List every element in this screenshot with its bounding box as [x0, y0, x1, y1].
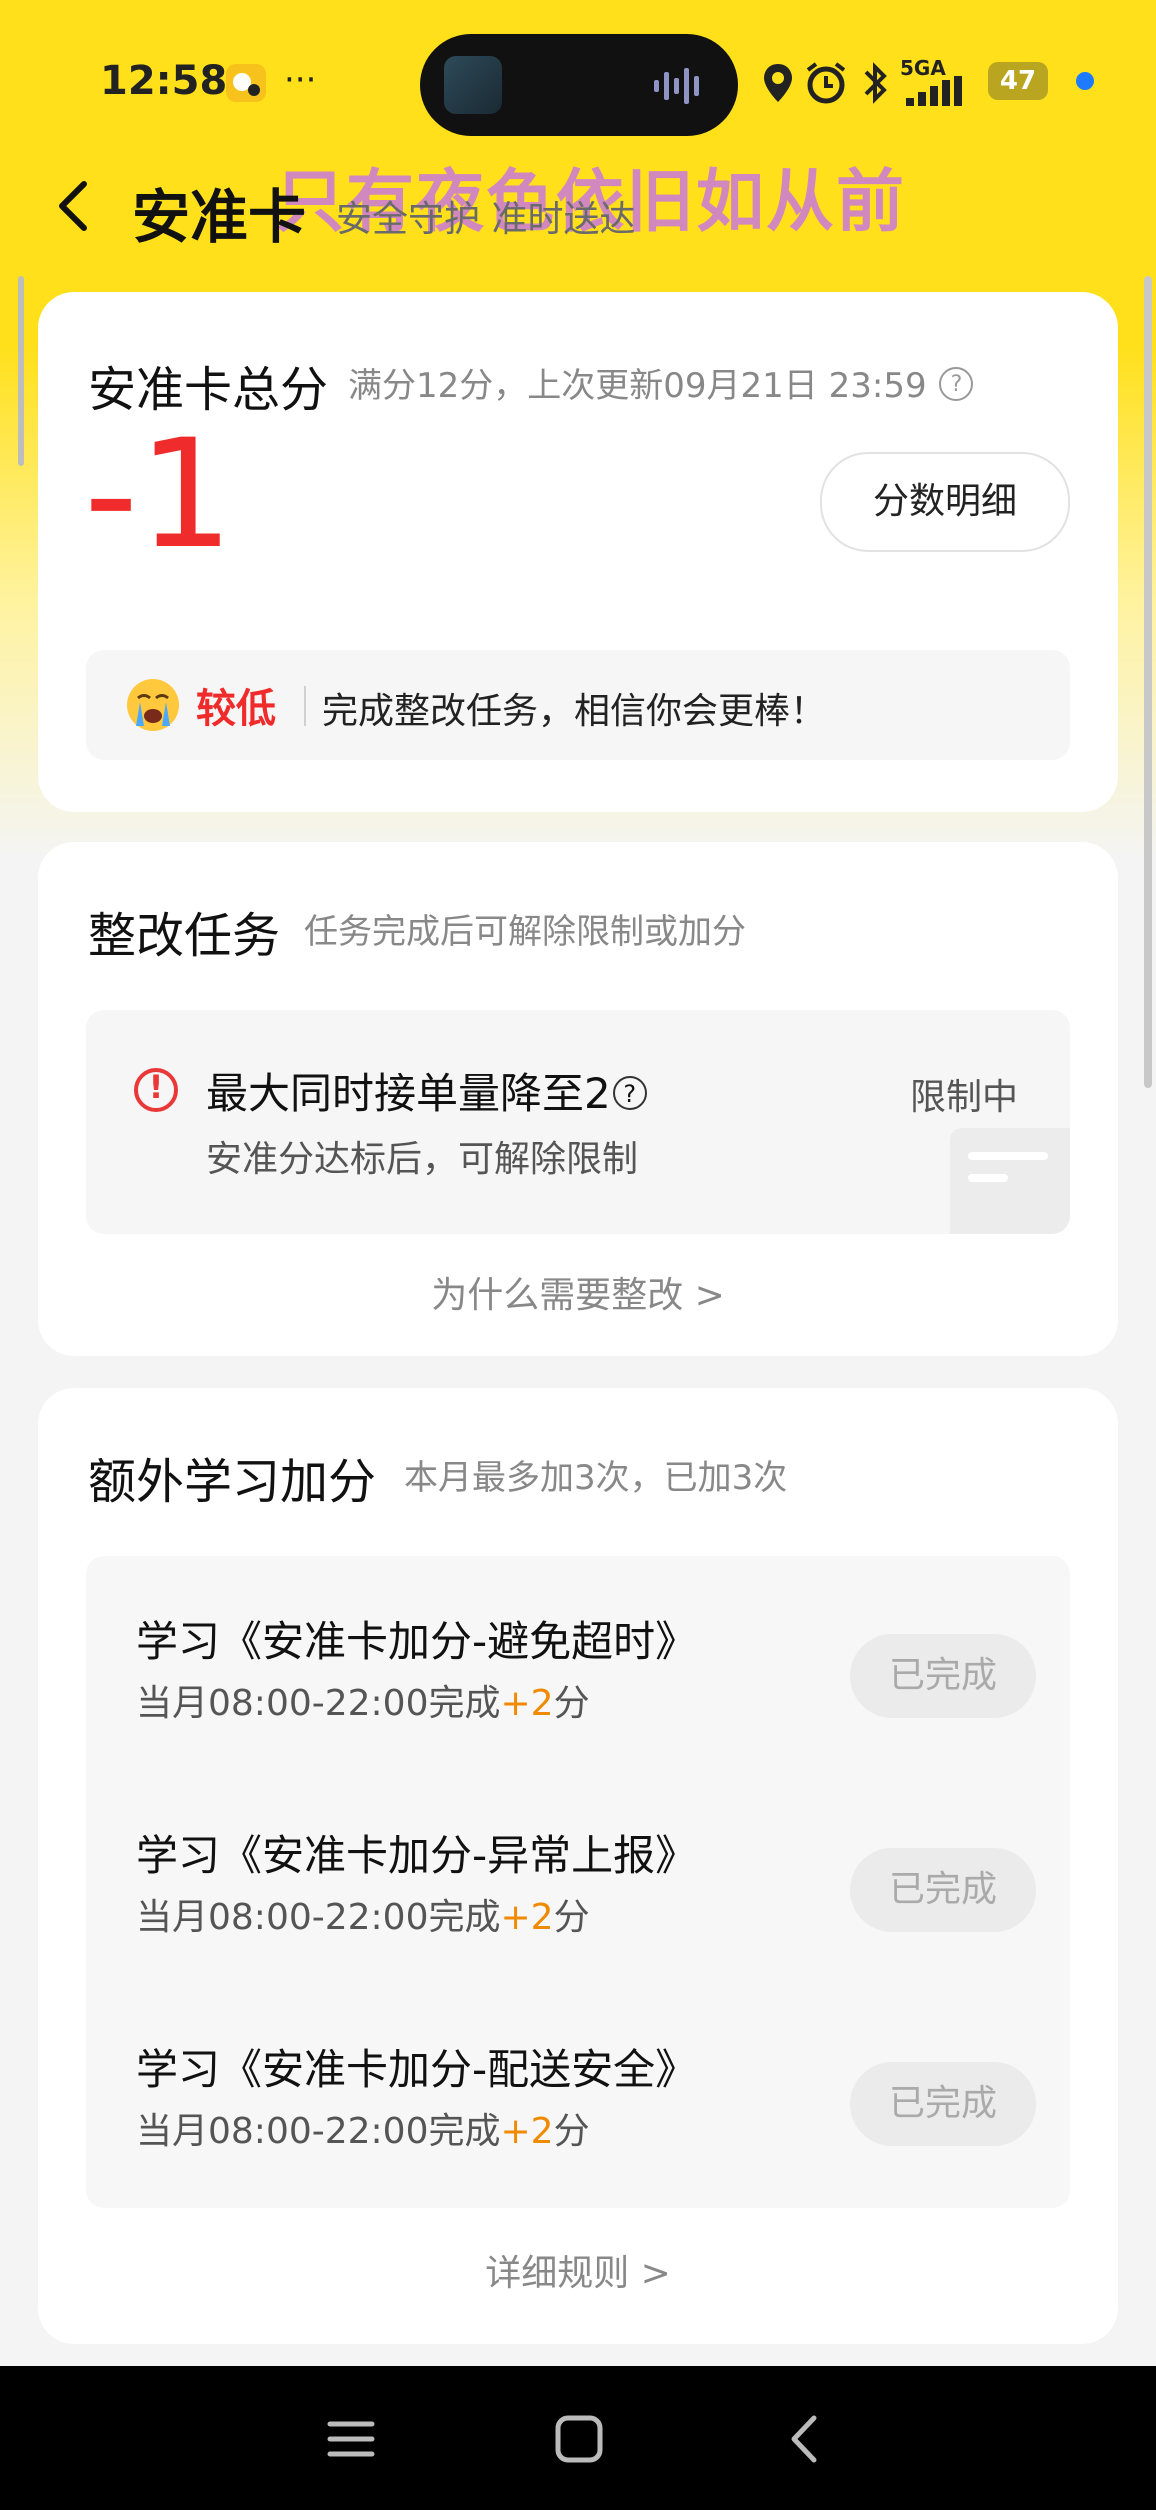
study-description: 当月08:00-22:00完成+2分	[136, 2102, 590, 2154]
notification-app-icon	[226, 64, 266, 102]
study-card-subtitle: 本月最多加3次，已加3次	[404, 1458, 788, 1498]
score-meta-text: 满分12分，上次更新09月21日 23:59	[348, 366, 927, 406]
system-navigation-bar	[0, 2366, 1156, 2510]
scrollbar[interactable]	[1144, 276, 1152, 1088]
study-desc-prefix: 当月08:00-22:00完成	[136, 2111, 501, 2152]
back-icon[interactable]	[50, 176, 100, 236]
document-illustration	[950, 1128, 1070, 1234]
score-card: 安准卡总分 满分12分，上次更新09月21日 23:59 ? -1 分数明细 较…	[38, 292, 1118, 812]
study-title: 学习《安准卡加分-配送安全》	[136, 2045, 698, 2094]
rectify-card-subtitle: 任务完成后可解除限制或加分	[304, 912, 746, 952]
divider	[304, 686, 306, 726]
study-desc-suffix: 分	[553, 1897, 590, 1938]
help-icon[interactable]: ?	[939, 367, 974, 401]
total-score: -1	[84, 408, 234, 582]
location-icon	[764, 64, 792, 102]
task-title-text: 最大同时接单量降至2	[206, 1069, 611, 1118]
task-description: 安准分达标后，可解除限制	[206, 1139, 639, 1180]
study-card: 额外学习加分 本月最多加3次，已加3次 学习《安准卡加分-避免超时》 当月08:…	[38, 1388, 1118, 2344]
page-subtitle: 安全守护 准时送达	[336, 199, 636, 240]
completed-button[interactable]: 已完成	[850, 1848, 1036, 1932]
warning-icon	[134, 1068, 178, 1112]
menu-icon[interactable]	[316, 2404, 386, 2474]
list-item[interactable]: 学习《安准卡加分-避免超时》 当月08:00-22:00完成+2分 已完成	[136, 1608, 1036, 1748]
list-item[interactable]: 学习《安准卡加分-配送安全》 当月08:00-22:00完成+2分 已完成	[136, 2036, 1036, 2176]
page-title: 安准卡	[132, 183, 307, 251]
battery-icon: 47	[988, 62, 1048, 100]
rectify-card-title: 整改任务	[88, 908, 281, 964]
detailed-rules-link[interactable]: 详细规则 >	[38, 2244, 1118, 2296]
study-description: 当月08:00-22:00完成+2分	[136, 1888, 590, 1940]
study-title: 学习《安准卡加分-异常上报》	[136, 1831, 698, 1880]
signal-icon	[906, 76, 962, 106]
rectify-task[interactable]: 最大同时接单量降至2? 安准分达标后，可解除限制 限制中	[86, 1010, 1070, 1234]
status-time: 12:58	[100, 58, 228, 104]
back-nav-icon[interactable]	[770, 2404, 840, 2474]
list-item[interactable]: 学习《安准卡加分-异常上报》 当月08:00-22:00完成+2分 已完成	[136, 1822, 1036, 1962]
score-tip-text: 完成整改任务，相信你会更棒！	[322, 691, 827, 732]
score-tip: 较低 完成整改任务，相信你会更棒！	[86, 650, 1070, 760]
study-desc-prefix: 当月08:00-22:00完成	[136, 1897, 501, 1938]
study-desc-prefix: 当月08:00-22:00完成	[136, 1683, 501, 1724]
study-desc-suffix: 分	[553, 2111, 590, 2152]
media-thumbnail	[444, 56, 502, 114]
score-detail-button[interactable]: 分数明细	[820, 452, 1070, 552]
study-desc-suffix: 分	[553, 1683, 590, 1724]
plus-points: +2	[500, 1683, 554, 1724]
study-title: 学习《安准卡加分-避免超时》	[136, 1617, 698, 1666]
task-status: 限制中	[909, 1077, 1018, 1118]
completed-button[interactable]: 已完成	[850, 2062, 1036, 2146]
notification-dot	[1076, 72, 1094, 90]
audio-wave-icon	[654, 68, 699, 104]
score-level: 较低	[196, 686, 276, 732]
study-card-title: 额外学习加分	[88, 1454, 377, 1510]
plus-points: +2	[500, 2111, 554, 2152]
task-title: 最大同时接单量降至2?	[206, 1060, 647, 1121]
rectify-card: 整改任务 任务完成后可解除限制或加分 最大同时接单量降至2? 安准分达标后，可解…	[38, 842, 1118, 1356]
alarm-icon	[806, 62, 846, 104]
more-dots-icon: ···	[284, 60, 317, 100]
completed-button[interactable]: 已完成	[850, 1634, 1036, 1718]
bluetooth-icon	[864, 62, 887, 104]
crying-face-icon	[127, 679, 179, 731]
plus-points: +2	[500, 1897, 554, 1938]
home-icon[interactable]	[544, 2404, 614, 2474]
left-scroll-indicator	[18, 276, 24, 466]
task-help-icon[interactable]: ?	[612, 1076, 647, 1110]
score-meta: 满分12分，上次更新09月21日 23:59 ?	[348, 358, 974, 407]
why-rectify-link[interactable]: 为什么需要整改 >	[38, 1266, 1118, 1318]
study-description: 当月08:00-22:00完成+2分	[136, 1674, 590, 1726]
dynamic-island	[420, 34, 738, 136]
study-list: 学习《安准卡加分-避免超时》 当月08:00-22:00完成+2分 已完成 学习…	[86, 1556, 1070, 2208]
